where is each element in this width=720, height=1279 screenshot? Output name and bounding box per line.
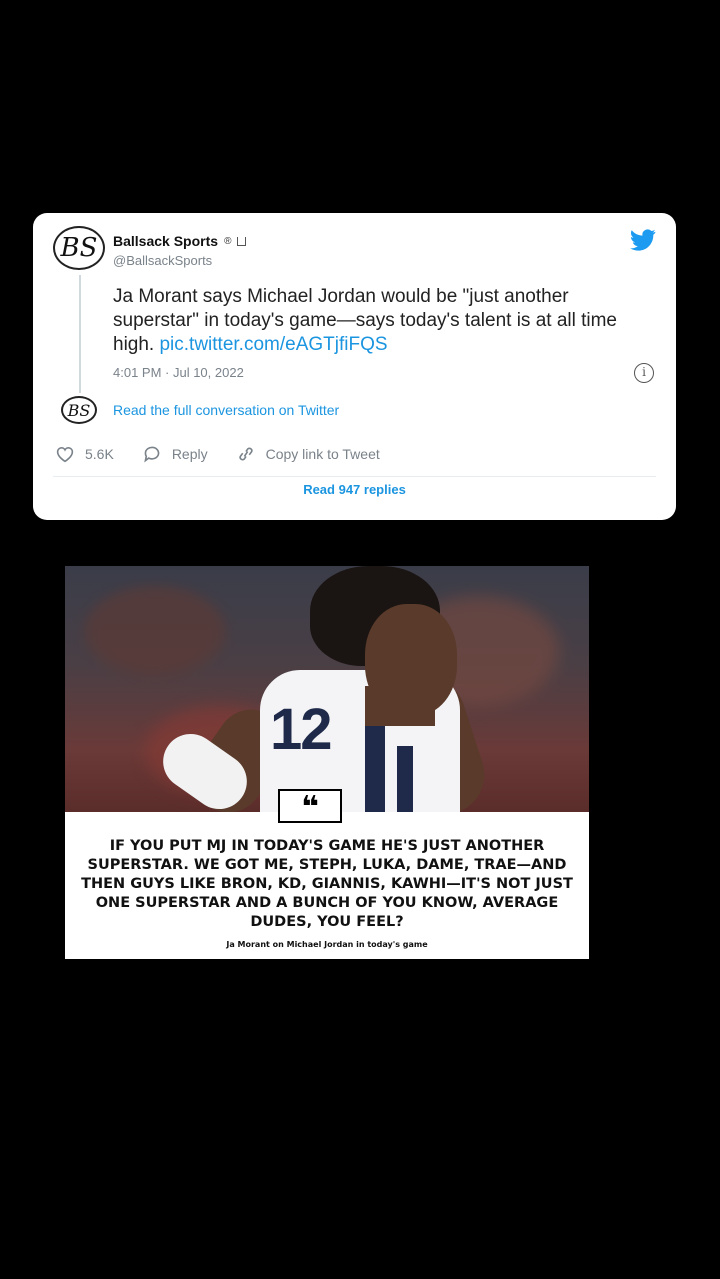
copy-link-button[interactable]: Copy link to Tweet	[236, 445, 380, 463]
reply-bubble-icon	[144, 446, 160, 463]
player-head	[365, 604, 457, 716]
embedded-tweet-card[interactable]: BS Ballsack Sports ® @BallsackSports Ja …	[33, 213, 676, 520]
quote-image-panel: 12 ❝ IF YOU PUT MJ IN TODAY'S GAME HE'S …	[65, 566, 589, 959]
quote-text: IF YOU PUT MJ IN TODAY'S GAME HE'S JUST …	[81, 838, 573, 930]
avatar-logo-text: BS	[60, 233, 98, 263]
tweet-actions: 5.6K Reply Copy link to Tweet	[55, 445, 408, 463]
twitter-bird-icon[interactable]	[630, 229, 656, 251]
like-count: 5.6K	[85, 446, 114, 462]
divider	[53, 476, 656, 477]
badge-icon	[237, 236, 247, 246]
copy-link-label: Copy link to Tweet	[265, 446, 380, 462]
jersey-stripe	[397, 746, 413, 812]
profile-avatar[interactable]: BS	[53, 226, 105, 270]
quote-credit: Ja Morant on Michael Jordan in today's g…	[226, 940, 428, 949]
crowd-blur	[85, 586, 225, 676]
link-icon	[238, 447, 253, 461]
conversation-avatar[interactable]: BS	[61, 396, 97, 424]
jersey-stripe	[365, 726, 385, 812]
tweet-media-link[interactable]: pic.twitter.com/eAGTjfiFQS	[159, 334, 387, 355]
reply-label: Reply	[171, 446, 208, 462]
read-conversation-link[interactable]: Read the full conversation on Twitter	[113, 402, 339, 418]
reply-button[interactable]: Reply	[142, 445, 208, 463]
conversation-avatar-text: BS	[67, 400, 91, 420]
user-handle[interactable]: @BallsackSports	[113, 253, 246, 268]
tweet-text: Ja Morant says Michael Jordan would be "…	[113, 285, 658, 357]
registered-mark: ®	[224, 235, 232, 247]
heart-icon	[56, 447, 74, 463]
info-icon[interactable]: i	[634, 363, 654, 383]
jersey-number: 12	[270, 697, 332, 762]
display-name[interactable]: Ballsack Sports	[113, 233, 218, 249]
read-replies-link[interactable]: Read 947 replies	[33, 482, 676, 497]
author-block[interactable]: Ballsack Sports ® @BallsackSports	[113, 233, 247, 268]
tweet-timestamp[interactable]: 4:01 PM · Jul 10, 2022	[113, 365, 244, 380]
quote-mark-icon: ❝	[278, 789, 342, 825]
thread-line	[79, 275, 81, 393]
like-button[interactable]: 5.6K	[55, 445, 114, 463]
player-photo: 12	[65, 566, 589, 812]
